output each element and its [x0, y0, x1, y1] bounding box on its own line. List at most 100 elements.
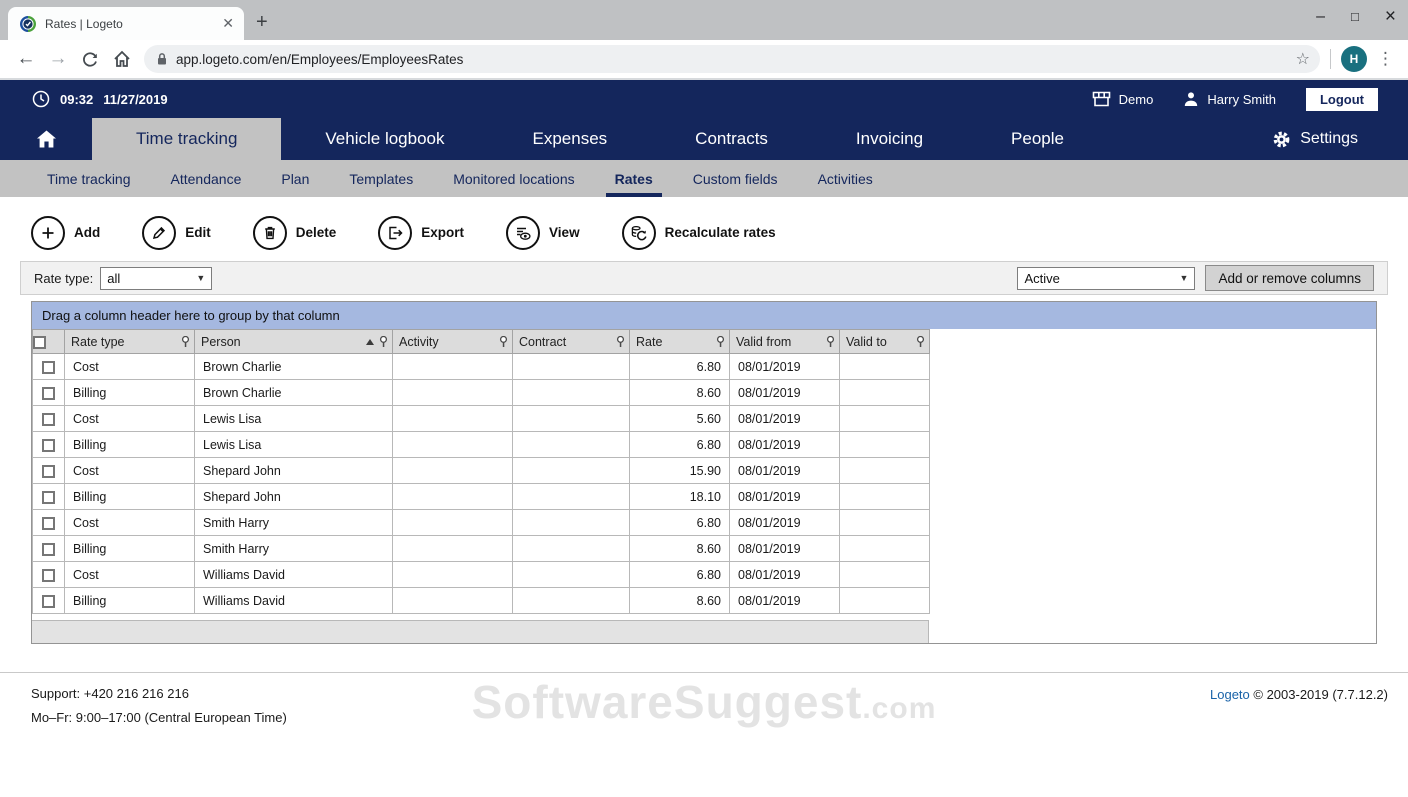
- delete-button[interactable]: Delete: [252, 210, 336, 255]
- company-switcher[interactable]: Demo: [1092, 91, 1153, 107]
- nav-tab-time-tracking[interactable]: Time tracking: [92, 118, 282, 160]
- window-minimize-button[interactable]: –: [1316, 2, 1325, 32]
- app-header: 09:32 11/27/2019 Demo Harry Smith Logout: [0, 80, 1408, 118]
- nav-home[interactable]: [0, 118, 92, 160]
- copyright-text: © 2003-2019 (7.7.12.2): [1249, 687, 1388, 702]
- window-close-button[interactable]: ×: [1385, 2, 1396, 32]
- row-checkbox-cell[interactable]: [32, 431, 65, 458]
- table-row[interactable]: Cost Williams David 6.80 08/01/2019: [32, 561, 930, 588]
- cell-valid-to: [839, 587, 930, 614]
- group-by-bar[interactable]: Drag a column header here to group by th…: [32, 302, 1376, 329]
- table-row[interactable]: Billing Williams David 8.60 08/01/2019: [32, 587, 930, 614]
- row-checkbox-cell[interactable]: [32, 535, 65, 562]
- filter-pin-icon[interactable]: [916, 335, 925, 348]
- user-menu[interactable]: Harry Smith: [1183, 91, 1276, 107]
- filter-pin-icon[interactable]: [716, 335, 725, 348]
- browser-menu-icon[interactable]: ⋮: [1377, 49, 1394, 69]
- select-all-checkbox[interactable]: [33, 335, 46, 349]
- col-valid-from[interactable]: Valid from: [729, 329, 840, 354]
- nav-tab-vehicle-logbook[interactable]: Vehicle logbook: [281, 118, 488, 160]
- row-checkbox-cell[interactable]: [32, 483, 65, 510]
- row-checkbox[interactable]: [42, 594, 55, 608]
- nav-tab-people[interactable]: People: [967, 118, 1108, 160]
- rate-type-select[interactable]: all ▼: [100, 266, 213, 290]
- subnav-time-tracking[interactable]: Time tracking: [47, 160, 131, 197]
- filter-pin-icon[interactable]: [616, 335, 625, 348]
- forward-icon[interactable]: →: [42, 48, 74, 70]
- view-button[interactable]: View: [506, 210, 580, 255]
- cell-rate-type: Cost: [64, 405, 195, 432]
- col-rate[interactable]: Rate: [629, 329, 730, 354]
- table-row[interactable]: Billing Shepard John 18.10 08/01/2019: [32, 483, 930, 510]
- table-row[interactable]: Cost Shepard John 15.90 08/01/2019: [32, 457, 930, 484]
- nav-tab-invoicing[interactable]: Invoicing: [812, 118, 967, 160]
- row-checkbox[interactable]: [42, 568, 55, 582]
- subnav-templates[interactable]: Templates: [349, 160, 413, 197]
- subnav-custom-fields[interactable]: Custom fields: [693, 160, 778, 197]
- recalculate-rates-button[interactable]: Recalculate rates: [621, 210, 776, 255]
- url-bar[interactable]: app.logeto.com/en/Employees/EmployeesRat…: [144, 45, 1320, 73]
- row-checkbox[interactable]: [42, 438, 55, 452]
- row-checkbox-cell[interactable]: [32, 587, 65, 614]
- nav-tab-contracts[interactable]: Contracts: [651, 118, 812, 160]
- table-row[interactable]: Cost Lewis Lisa 5.60 08/01/2019: [32, 405, 930, 432]
- add-remove-columns-button[interactable]: Add or remove columns: [1205, 265, 1374, 291]
- tab-close-icon[interactable]: ✕: [220, 15, 236, 32]
- row-checkbox[interactable]: [42, 360, 55, 374]
- new-tab-button[interactable]: +: [256, 11, 268, 34]
- edit-button[interactable]: Edit: [142, 210, 211, 255]
- row-checkbox[interactable]: [42, 516, 55, 530]
- chevron-down-icon: ▼: [1179, 273, 1189, 283]
- col-person[interactable]: Person: [194, 329, 393, 354]
- table-row[interactable]: Cost Smith Harry 6.80 08/01/2019: [32, 509, 930, 536]
- filter-pin-icon[interactable]: [181, 335, 190, 348]
- filter-pin-icon[interactable]: [379, 335, 388, 348]
- subnav-plan[interactable]: Plan: [281, 160, 309, 197]
- export-button[interactable]: Export: [378, 210, 464, 255]
- subnav-attendance[interactable]: Attendance: [171, 160, 242, 197]
- lock-icon[interactable]: [156, 52, 168, 66]
- select-all-header[interactable]: [32, 329, 65, 354]
- col-valid-to[interactable]: Valid to: [839, 329, 930, 354]
- add-button[interactable]: Add: [31, 210, 100, 255]
- bookmark-star-icon[interactable]: ☆: [1296, 49, 1310, 69]
- col-contract[interactable]: Contract: [512, 329, 630, 354]
- row-checkbox[interactable]: [42, 542, 55, 556]
- row-checkbox-cell[interactable]: [32, 405, 65, 432]
- subnav-monitored-locations[interactable]: Monitored locations: [453, 160, 574, 197]
- table-row[interactable]: Billing Brown Charlie 8.60 08/01/2019: [32, 379, 930, 406]
- row-checkbox[interactable]: [42, 386, 55, 400]
- row-checkbox[interactable]: [42, 412, 55, 426]
- cell-person: Smith Harry: [194, 509, 393, 536]
- pencil-icon: [142, 215, 177, 250]
- row-checkbox-cell[interactable]: [32, 509, 65, 536]
- window-maximize-button[interactable]: □: [1351, 2, 1359, 32]
- row-checkbox[interactable]: [42, 464, 55, 478]
- nav-tab-expenses[interactable]: Expenses: [489, 118, 652, 160]
- table-row[interactable]: Billing Lewis Lisa 6.80 08/01/2019: [32, 431, 930, 458]
- row-checkbox-cell[interactable]: [32, 353, 65, 380]
- back-icon[interactable]: ←: [10, 48, 42, 70]
- subnav-rates[interactable]: Rates: [605, 160, 662, 197]
- row-checkbox-cell[interactable]: [32, 457, 65, 484]
- subnav-activities[interactable]: Activities: [818, 160, 873, 197]
- row-checkbox-cell[interactable]: [32, 561, 65, 588]
- reload-icon[interactable]: [74, 50, 106, 68]
- logeto-link[interactable]: Logeto: [1210, 687, 1250, 702]
- browser-avatar[interactable]: H: [1341, 46, 1367, 72]
- logout-button[interactable]: Logout: [1305, 87, 1378, 111]
- table-row[interactable]: Cost Brown Charlie 6.80 08/01/2019: [32, 353, 930, 380]
- url-text[interactable]: app.logeto.com/en/Employees/EmployeesRat…: [176, 52, 1296, 67]
- copyright: Logeto © 2003-2019 (7.7.12.2): [1210, 687, 1388, 702]
- col-rate-type[interactable]: Rate type: [64, 329, 195, 354]
- table-row[interactable]: Billing Smith Harry 8.60 08/01/2019: [32, 535, 930, 562]
- browser-tab[interactable]: Rates | Logeto ✕: [8, 7, 244, 40]
- col-activity[interactable]: Activity: [392, 329, 513, 354]
- status-select[interactable]: Active ▼: [1017, 266, 1196, 290]
- row-checkbox-cell[interactable]: [32, 379, 65, 406]
- row-checkbox[interactable]: [42, 490, 55, 504]
- filter-pin-icon[interactable]: [826, 335, 835, 348]
- filter-pin-icon[interactable]: [499, 335, 508, 348]
- home-icon[interactable]: [106, 50, 138, 68]
- nav-settings[interactable]: Settings: [1272, 118, 1408, 160]
